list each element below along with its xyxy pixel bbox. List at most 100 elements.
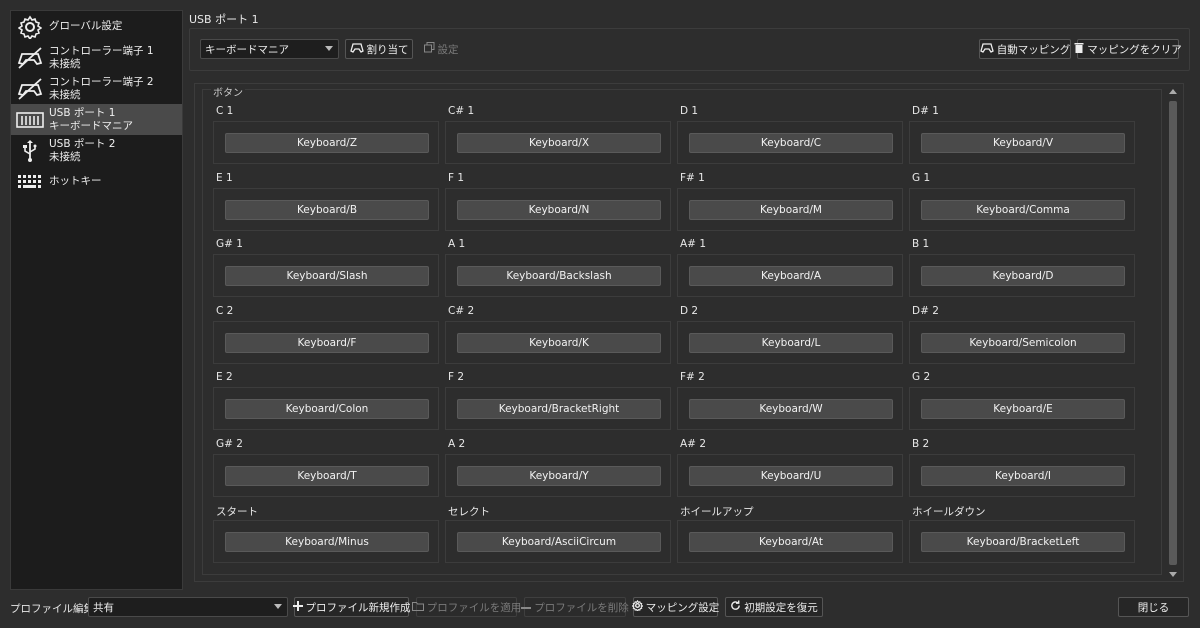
minus-icon — [521, 601, 532, 613]
apply-profile-button[interactable]: プロファイルを適用 — [411, 597, 521, 617]
sidebar-item-label: USB ポート 2 — [49, 137, 116, 150]
sidebar-item-usb-port-2[interactable]: USB ポート 2 未接続 — [11, 135, 182, 166]
usb-icon — [15, 138, 45, 164]
scroll-thumb[interactable] — [1169, 101, 1177, 565]
key-frame: Keyboard/W — [677, 387, 903, 430]
key-binding-button[interactable]: Keyboard/At — [689, 532, 893, 552]
gear-icon — [631, 599, 644, 614]
gamepad-disconnected-icon — [15, 45, 45, 71]
key-binding-button[interactable]: Keyboard/U — [689, 465, 893, 486]
key-binding-button[interactable]: Keyboard/V — [921, 133, 1125, 153]
key-binding-button[interactable]: Keyboard/F — [225, 332, 429, 353]
device-select-value: キーボードマニア — [205, 43, 289, 56]
key-label: B 2 — [912, 437, 930, 450]
key-label: D# 1 — [912, 105, 939, 117]
sidebar-item-status: 未接続 — [49, 57, 81, 70]
key-binding-button[interactable]: Keyboard/X — [457, 133, 661, 153]
mapping-settings-button[interactable]: マッピング設定 — [631, 597, 719, 617]
sidebar-item-hotkeys[interactable]: ホットキー — [11, 166, 182, 197]
sidebar-item-usb-port-1[interactable]: USB ポート 1 キーボードマニア — [11, 104, 182, 135]
close-button-label: 閉じる — [1137, 601, 1170, 614]
mapping-scroll-area[interactable]: ボタン C 1 Keyboard/Z C# 1 Keyboard/X D 1 Keyboa… — [194, 83, 1184, 582]
gamepad-icon — [349, 42, 364, 56]
key-binding-button[interactable]: Keyboard/BracketLeft — [921, 532, 1125, 552]
close-button[interactable]: 閉じる — [1118, 597, 1189, 617]
key-binding-button[interactable]: Keyboard/A — [689, 266, 893, 286]
key-binding-button[interactable]: Keyboard/M — [689, 199, 893, 220]
key-binding-button[interactable]: Keyboard/Slash — [225, 266, 429, 286]
key-binding-button[interactable]: Keyboard/K — [457, 332, 661, 353]
key-binding-button[interactable]: Keyboard/Backslash — [457, 266, 661, 286]
device-select[interactable]: キーボードマニア — [200, 39, 339, 59]
key-binding-button[interactable]: Keyboard/I — [921, 465, 1125, 486]
key-label: G# 2 — [216, 437, 243, 450]
auto-mapping-label: 自動マッピング — [996, 43, 1071, 56]
key-label: D 1 — [680, 105, 699, 117]
profile-select-value: 共有 — [93, 601, 114, 614]
restore-defaults-button[interactable]: 初期設定を復元 — [725, 597, 823, 617]
delete-profile-button[interactable]: プロファイルを削除 — [521, 597, 629, 617]
trash-icon — [1074, 42, 1084, 56]
key-frame: Keyboard/C — [677, 121, 903, 164]
clear-mapping-button[interactable]: マッピングをクリア — [1074, 39, 1182, 59]
key-label: D 2 — [680, 304, 699, 317]
key-binding-button[interactable]: Keyboard/AsciiCircum — [457, 532, 661, 552]
sidebar-item-label: コントローラー端子 1 — [49, 44, 154, 57]
key-frame: Keyboard/Semicolon — [909, 320, 1135, 364]
hotkey-icon — [15, 169, 45, 195]
key-binding-button[interactable]: Keyboard/W — [689, 399, 893, 419]
group-title: ボタン — [211, 84, 245, 99]
key-label: B 1 — [912, 238, 930, 250]
key-frame: Keyboard/B — [213, 187, 439, 231]
key-frame: Keyboard/M — [677, 187, 903, 231]
sidebar-item-controller-port-1[interactable]: コントローラー端子 1 未接続 — [11, 42, 182, 73]
sidebar-item-controller-port-2[interactable]: コントローラー端子 2 未接続 — [11, 73, 182, 104]
key-frame: Keyboard/V — [909, 121, 1135, 164]
key-frame: Keyboard/L — [677, 320, 903, 364]
scroll-up-arrow-icon[interactable] — [1169, 89, 1177, 94]
key-frame: Keyboard/N — [445, 187, 671, 231]
sidebar-item-global-settings[interactable]: グローバル設定 — [11, 11, 182, 42]
sidebar-item-label: USB ポート 1 — [49, 106, 116, 119]
gamepad-icon — [979, 42, 994, 56]
new-profile-label: プロファイル新規作成 — [305, 601, 411, 614]
plus-icon — [292, 600, 303, 614]
sidebar-item-label: ホットキー — [49, 175, 102, 187]
scroll-down-arrow-icon[interactable] — [1169, 572, 1177, 577]
chevron-down-icon — [274, 604, 282, 609]
key-binding-button[interactable]: Keyboard/Semicolon — [921, 332, 1125, 353]
key-label: F 2 — [448, 371, 465, 383]
key-frame: Keyboard/Minus — [213, 520, 439, 563]
key-label: ホイールダウン — [912, 506, 986, 518]
key-frame: Keyboard/I — [909, 453, 1135, 497]
key-label: A# 2 — [680, 437, 706, 450]
sidebar: グローバル設定 コントローラー端子 1 未接続 コントローラー端子 2 未接続 US… — [10, 10, 183, 590]
key-binding-button[interactable]: Keyboard/BracketRight — [457, 399, 661, 419]
key-binding-button[interactable]: Keyboard/Y — [457, 465, 661, 486]
key-binding-button[interactable]: Keyboard/Comma — [921, 199, 1125, 220]
assign-button[interactable]: 割り当て — [345, 39, 413, 59]
key-binding-button[interactable]: Keyboard/B — [225, 199, 429, 220]
key-frame: Keyboard/Y — [445, 453, 671, 497]
key-binding-button[interactable]: Keyboard/N — [457, 199, 661, 220]
auto-mapping-button[interactable]: 自動マッピング — [979, 39, 1071, 59]
button-group: ボタン C 1 Keyboard/Z C# 1 Keyboard/X D 1 Keyboa… — [202, 84, 1162, 575]
vertical-scrollbar[interactable] — [1167, 87, 1179, 579]
key-binding-button[interactable]: Keyboard/L — [689, 332, 893, 353]
key-frame: Keyboard/E — [909, 387, 1135, 430]
key-binding-button[interactable]: Keyboard/Z — [225, 133, 429, 153]
key-binding-button[interactable]: Keyboard/E — [921, 399, 1125, 419]
key-binding-button[interactable]: Keyboard/Colon — [225, 399, 429, 419]
new-profile-button[interactable]: プロファイル新規作成 — [292, 597, 411, 617]
restore-defaults-label: 初期設定を復元 — [744, 601, 818, 614]
settings-button-label: 設定 — [437, 43, 459, 56]
key-binding-button[interactable]: Keyboard/T — [225, 465, 429, 486]
key-frame: Keyboard/T — [213, 453, 439, 497]
key-binding-button[interactable]: Keyboard/D — [921, 266, 1125, 286]
settings-button[interactable]: 設定 — [419, 39, 463, 59]
key-frame: Keyboard/Colon — [213, 387, 439, 430]
profile-select[interactable]: 共有 — [88, 597, 288, 617]
key-binding-button[interactable]: Keyboard/Minus — [225, 532, 429, 552]
key-label: F# 1 — [680, 171, 705, 184]
key-binding-button[interactable]: Keyboard/C — [689, 133, 893, 153]
